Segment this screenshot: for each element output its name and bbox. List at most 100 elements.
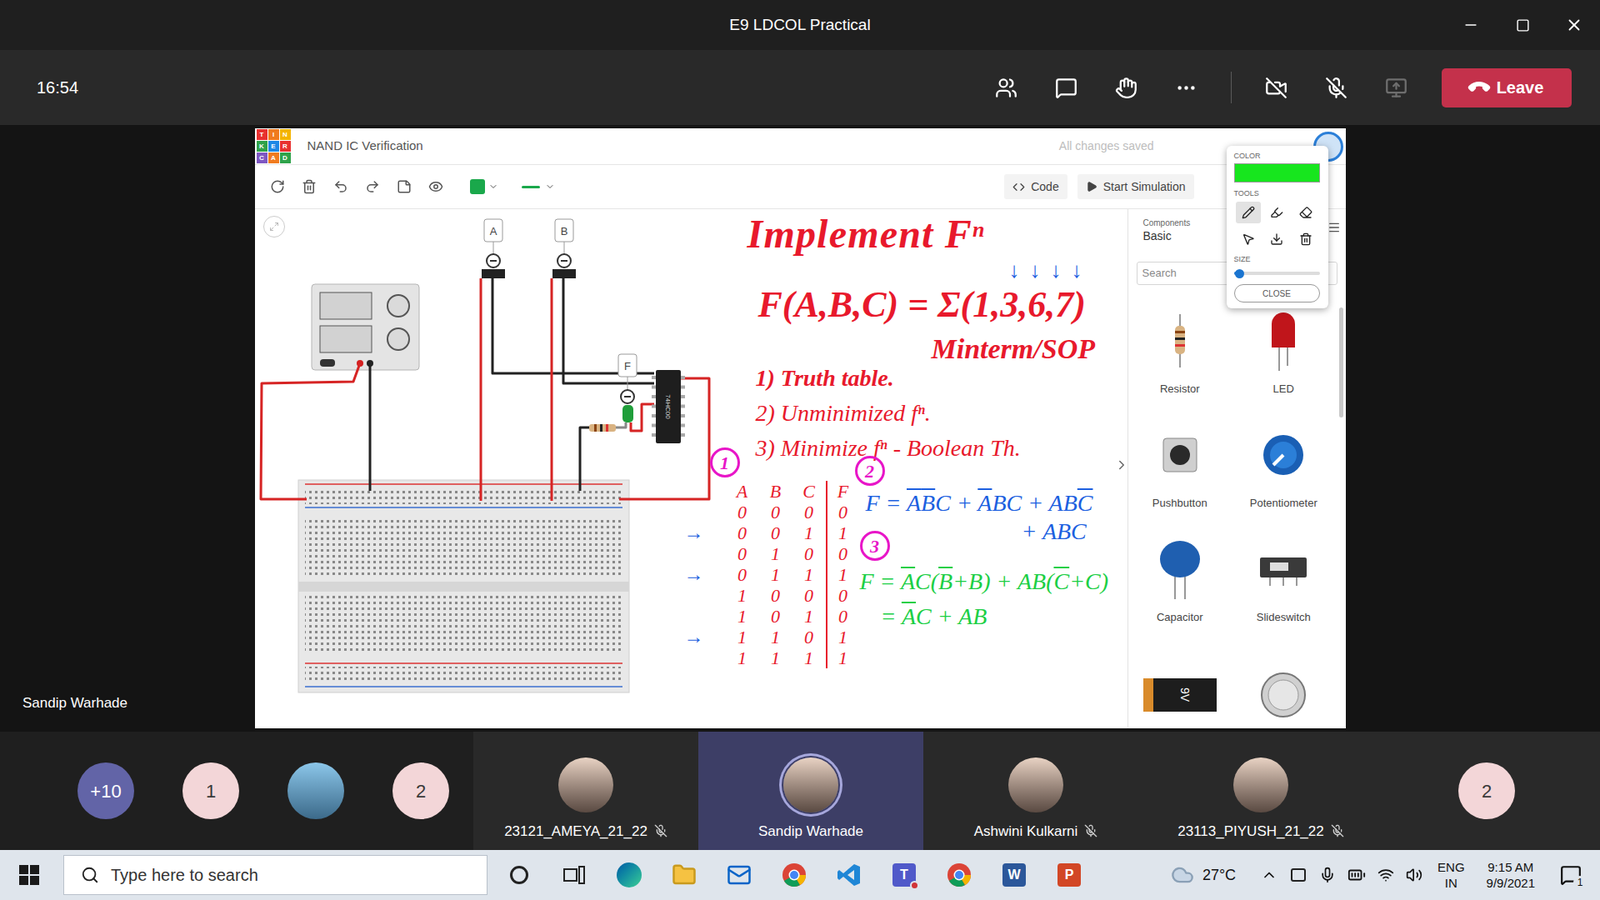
participants-button[interactable] (975, 62, 1036, 113)
wires[interactable] (260, 278, 710, 501)
participant-tile[interactable]: 23121_AMEYA_21_22 (473, 731, 699, 850)
start-button[interactable] (0, 850, 59, 900)
share-button[interactable] (1365, 62, 1426, 113)
microphone-icon[interactable] (1319, 866, 1336, 884)
code-button[interactable]: Code (1004, 174, 1067, 200)
taskbar-app[interactable] (546, 850, 602, 900)
taskbar-app[interactable] (656, 850, 712, 900)
component-item[interactable]: Slideswitch (1231, 523, 1336, 638)
close-button[interactable] (1548, 0, 1600, 50)
component-item[interactable] (1231, 637, 1336, 729)
tray-overflow-icon[interactable] (1260, 866, 1278, 884)
battery-icon[interactable] (1347, 865, 1366, 885)
eraser-icon (1299, 205, 1313, 220)
close-popup-button[interactable]: CLOSE (1234, 284, 1320, 303)
table-cell: 0 (759, 585, 793, 606)
resistor[interactable] (589, 424, 616, 432)
led[interactable]: F (618, 354, 637, 423)
panel-menu[interactable] (1327, 220, 1341, 235)
leave-button[interactable]: Leave (1441, 68, 1572, 108)
taskbar-app[interactable] (491, 850, 547, 900)
component-item[interactable]: Capacitor (1128, 523, 1233, 638)
svg-text:F: F (624, 360, 631, 373)
draw-tool[interactable] (1264, 201, 1290, 224)
participant-tile[interactable]: Ashwini Kulkarni (923, 731, 1149, 850)
toolbar-button[interactable] (293, 171, 325, 202)
workplane-canvas[interactable]: ABF74HC00Implement Fn↓↓↓↓F(A,B,C) = Σ(1,… (255, 209, 1128, 729)
chat-icon (1055, 76, 1078, 100)
design-title[interactable]: NAND IC Verification (307, 136, 424, 156)
line-style-button[interactable] (521, 181, 555, 192)
slide-switch[interactable]: A (481, 219, 505, 279)
truth-table-row: →0111 (684, 564, 860, 585)
maximize-button[interactable] (1496, 0, 1549, 50)
more-participants-badge[interactable]: +10 (77, 762, 135, 820)
toolbar-button[interactable] (388, 171, 420, 202)
power-supply[interactable] (311, 284, 420, 370)
taskbar-search[interactable]: Type here to search (63, 855, 488, 895)
fit-view-button[interactable] (263, 215, 285, 238)
panel-scrollbar[interactable] (1339, 307, 1344, 418)
taskbar-app[interactable]: W (986, 850, 1042, 900)
camera-button[interactable] (1245, 62, 1306, 113)
action-center-button[interactable]: 1 (1560, 864, 1582, 886)
cortana-icon (510, 865, 529, 885)
wifi-icon[interactable] (1377, 866, 1395, 884)
chat-button[interactable] (1035, 62, 1096, 113)
capacitor-icon (1158, 539, 1202, 600)
toolbar-button[interactable] (261, 171, 294, 202)
simulate-button[interactable]: Start Simulation (1077, 174, 1195, 200)
participant-initial[interactable]: 1 (182, 762, 240, 820)
draw-tool[interactable] (1235, 201, 1261, 224)
react-button[interactable] (1095, 62, 1156, 113)
taskbar-app[interactable]: P (1041, 850, 1097, 900)
tinkercad-logo[interactable]: TINKERCAD (256, 129, 291, 164)
toolbar-button[interactable] (356, 171, 389, 202)
draw-tool[interactable] (1264, 228, 1290, 250)
taskbar-app[interactable] (931, 850, 987, 900)
taskbar-app[interactable] (601, 850, 657, 900)
draw-tool[interactable] (1235, 228, 1261, 250)
taskbar-app[interactable] (766, 850, 822, 900)
participant-strip: +10 1 2 23121_AMEYA_21_22 Sandip Warhade Ashw… (0, 731, 1600, 850)
minimize-button[interactable] (1445, 0, 1497, 50)
component-item[interactable]: 9V (1128, 637, 1233, 729)
mic-button[interactable] (1305, 62, 1366, 113)
draw-tool[interactable] (1293, 228, 1319, 250)
component-item[interactable]: LED (1231, 295, 1336, 410)
draw-tool[interactable] (1293, 201, 1319, 224)
participant-photo[interactable] (287, 762, 345, 820)
participant-tile[interactable]: 23113_PIYUSH_21_22 (1148, 731, 1374, 850)
weather-widget[interactable]: 27°C (1170, 863, 1261, 887)
fill-color-button[interactable] (470, 179, 499, 195)
volume-icon[interactable] (1405, 866, 1423, 884)
participant-tile[interactable]: Sandip Warhade (698, 731, 924, 850)
toolbar-button[interactable] (325, 171, 357, 202)
circuit-diagram[interactable]: AB F 74HC00 (255, 209, 722, 710)
taskbar-app[interactable]: T (876, 850, 932, 900)
participant-initial[interactable]: 2 (392, 762, 450, 820)
step-item: 3) Minimize fⁿ - Boolean Th. (755, 430, 1021, 466)
slide-switch[interactable]: B (552, 219, 576, 279)
taskbar-app[interactable] (711, 850, 767, 900)
component-item[interactable]: Resistor (1128, 295, 1233, 410)
nand-ic[interactable]: 74HC00 (651, 370, 685, 444)
meet-now-icon[interactable] (1290, 868, 1306, 882)
clock[interactable]: 9:15 AM9/9/2021 (1486, 859, 1535, 891)
toolbar-button[interactable] (420, 171, 452, 202)
participant-name: Ashwini Kulkarni (974, 820, 1079, 843)
table-cell: 0 (725, 522, 760, 544)
collapse-panel-button[interactable] (1114, 457, 1128, 473)
participant-initial[interactable]: 2 (1458, 762, 1515, 820)
more-button[interactable] (1155, 62, 1216, 113)
taskbar-app[interactable] (821, 850, 877, 900)
participant-name: Sandip Warhade (758, 820, 864, 843)
breadboard[interactable] (298, 480, 630, 693)
language-indicator[interactable]: ENGIN (1437, 859, 1465, 891)
size-slider[interactable] (1234, 269, 1320, 278)
meeting-toolbar: 16:54Leave (0, 50, 1600, 125)
component-item[interactable]: Potentiometer (1231, 409, 1336, 524)
color-swatch[interactable] (1234, 163, 1320, 183)
component-item[interactable]: Pushbutton (1128, 409, 1233, 524)
component-label: LED (1273, 380, 1295, 398)
